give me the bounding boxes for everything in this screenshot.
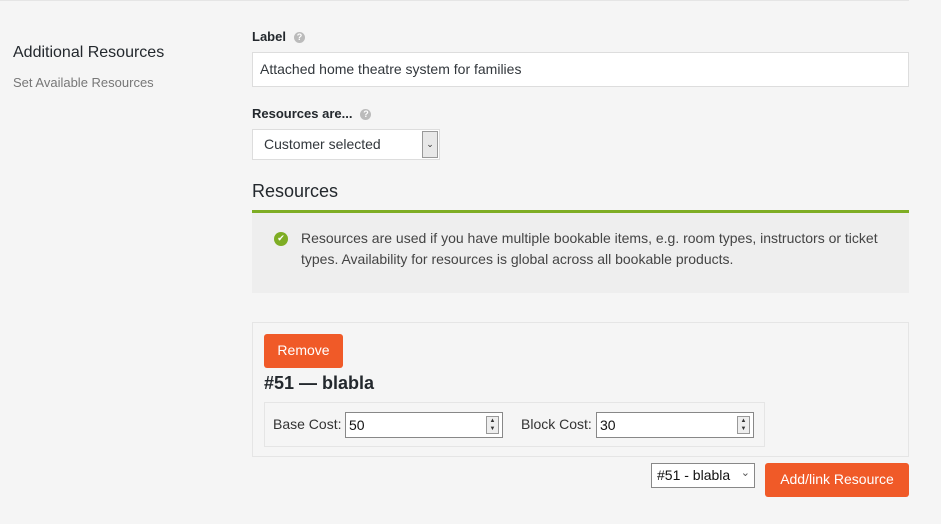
top-divider (0, 0, 941, 1)
chevron-down-icon: ⌄ (740, 467, 750, 479)
resource-item: Remove #51 — blabla Base Cost: 50 ▲ ▼ Blo… (252, 322, 909, 457)
base-cost-value: 50 (349, 417, 365, 433)
resources-are-text: Resources are... (252, 106, 353, 121)
spinner-icon[interactable]: ▲ ▼ (486, 416, 499, 434)
block-cost-label: Block Cost: (521, 416, 592, 432)
resource-costs: Base Cost: 50 ▲ ▼ Block Cost: 30 ▲ ▼ (264, 402, 765, 447)
resource-title: #51 — blabla (264, 373, 375, 393)
base-cost-input[interactable]: 50 ▲ ▼ (345, 412, 503, 438)
section-subtitle: Set Available Resources (13, 75, 154, 90)
block-cost-input[interactable]: 30 ▲ ▼ (596, 412, 754, 438)
resource-select[interactable]: #51 - blabla ⌄ (651, 463, 755, 488)
base-cost-label: Base Cost: (273, 416, 342, 432)
label-field-label: Label? (252, 29, 305, 44)
help-icon[interactable]: ? (360, 109, 372, 120)
block-cost-value: 30 (600, 417, 616, 433)
resources-are-label: Resources are...? (252, 106, 372, 121)
section-title: Additional Resources (13, 44, 165, 61)
resource-select-value: #51 - blabla (657, 467, 731, 483)
chevron-down-icon: ⌄ (422, 131, 438, 158)
resources-notice: ✔ Resources are used if you have multipl… (252, 213, 909, 293)
help-icon[interactable]: ? (293, 32, 305, 43)
label-input[interactable]: Attached home theatre system for familie… (252, 52, 909, 87)
resources-are-selected-value: Customer selected (264, 136, 381, 152)
resources-heading: Resources (252, 181, 339, 201)
add-link-resource-button[interactable]: Add/link Resource (765, 463, 909, 497)
resources-are-select[interactable]: Customer selected ⌄ (252, 129, 440, 160)
check-circle-icon: ✔ (274, 232, 288, 246)
label-field-text: Label (252, 29, 286, 44)
remove-button[interactable]: Remove (264, 334, 343, 368)
top-divider-gap (909, 0, 941, 1)
spinner-icon[interactable]: ▲ ▼ (737, 416, 750, 434)
notice-text: Resources are used if you have multiple … (301, 230, 878, 267)
